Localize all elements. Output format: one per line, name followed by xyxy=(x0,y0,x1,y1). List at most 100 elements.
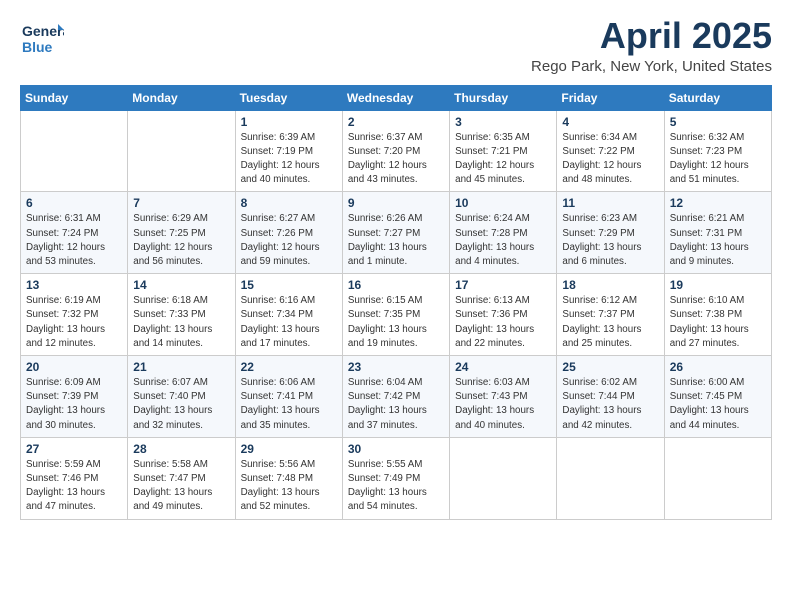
day-detail: Sunrise: 6:12 AM Sunset: 7:37 PM Dayligh… xyxy=(562,294,658,351)
svg-text:Blue: Blue xyxy=(22,39,53,55)
calendar-week-row: 20 Sunrise: 6:09 AM Sunset: 7:39 PM Dayli… xyxy=(21,356,772,438)
calendar-cell xyxy=(557,437,664,519)
day-number: 23 xyxy=(348,360,444,374)
calendar-cell: 7 Sunrise: 6:29 AM Sunset: 7:25 PM Daylig… xyxy=(128,192,235,274)
title-block: April 2025 Rego Park, New York, United S… xyxy=(531,16,772,75)
calendar-header-row: SundayMondayTuesdayWednesdayThursdayFrid… xyxy=(21,85,772,110)
weekday-header: Tuesday xyxy=(235,85,342,110)
day-detail: Sunrise: 6:27 AM Sunset: 7:26 PM Dayligh… xyxy=(241,212,337,269)
day-detail: Sunrise: 6:26 AM Sunset: 7:27 PM Dayligh… xyxy=(348,212,444,269)
calendar-cell xyxy=(664,437,771,519)
day-detail: Sunrise: 6:24 AM Sunset: 7:28 PM Dayligh… xyxy=(455,212,551,269)
day-number: 2 xyxy=(348,115,444,129)
day-detail: Sunrise: 6:16 AM Sunset: 7:34 PM Dayligh… xyxy=(241,294,337,351)
calendar-cell: 21 Sunrise: 6:07 AM Sunset: 7:40 PM Dayli… xyxy=(128,356,235,438)
calendar-table: SundayMondayTuesdayWednesdayThursdayFrid… xyxy=(20,85,772,520)
day-detail: Sunrise: 6:19 AM Sunset: 7:32 PM Dayligh… xyxy=(26,294,122,351)
calendar-cell: 1 Sunrise: 6:39 AM Sunset: 7:19 PM Daylig… xyxy=(235,110,342,192)
day-number: 13 xyxy=(26,278,122,292)
day-detail: Sunrise: 6:18 AM Sunset: 7:33 PM Dayligh… xyxy=(133,294,229,351)
day-detail: Sunrise: 6:02 AM Sunset: 7:44 PM Dayligh… xyxy=(562,376,658,433)
calendar-cell: 25 Sunrise: 6:02 AM Sunset: 7:44 PM Dayli… xyxy=(557,356,664,438)
calendar-cell: 13 Sunrise: 6:19 AM Sunset: 7:32 PM Dayli… xyxy=(21,274,128,356)
calendar-cell: 24 Sunrise: 6:03 AM Sunset: 7:43 PM Dayli… xyxy=(450,356,557,438)
calendar-week-row: 6Sunrise: 6:31 AM Sunset: 7:24 PM Daylig… xyxy=(21,192,772,274)
calendar-week-row: 27 Sunrise: 5:59 AM Sunset: 7:46 PM Dayli… xyxy=(21,437,772,519)
day-detail: Sunrise: 6:09 AM Sunset: 7:39 PM Dayligh… xyxy=(26,376,122,433)
calendar-week-row: 1 Sunrise: 6:39 AM Sunset: 7:19 PM Daylig… xyxy=(21,110,772,192)
weekday-header: Friday xyxy=(557,85,664,110)
calendar-cell xyxy=(128,110,235,192)
calendar-cell: 22Sunrise: 6:06 AM Sunset: 7:41 PM Dayli… xyxy=(235,356,342,438)
calendar-cell: 16 Sunrise: 6:15 AM Sunset: 7:35 PM Dayli… xyxy=(342,274,449,356)
page-title: April 2025 xyxy=(531,16,772,56)
day-detail: Sunrise: 6:15 AM Sunset: 7:35 PM Dayligh… xyxy=(348,294,444,351)
calendar-cell: 15Sunrise: 6:16 AM Sunset: 7:34 PM Dayli… xyxy=(235,274,342,356)
day-detail: Sunrise: 5:59 AM Sunset: 7:46 PM Dayligh… xyxy=(26,458,122,515)
day-number: 14 xyxy=(133,278,229,292)
day-detail: Sunrise: 6:32 AM Sunset: 7:23 PM Dayligh… xyxy=(670,131,766,188)
calendar-cell: 2 Sunrise: 6:37 AM Sunset: 7:20 PM Daylig… xyxy=(342,110,449,192)
calendar-cell: 17 Sunrise: 6:13 AM Sunset: 7:36 PM Dayli… xyxy=(450,274,557,356)
day-detail: Sunrise: 6:07 AM Sunset: 7:40 PM Dayligh… xyxy=(133,376,229,433)
day-detail: Sunrise: 6:34 AM Sunset: 7:22 PM Dayligh… xyxy=(562,131,658,188)
calendar-cell: 18 Sunrise: 6:12 AM Sunset: 7:37 PM Dayli… xyxy=(557,274,664,356)
day-number: 11 xyxy=(562,196,658,210)
calendar-cell: 28 Sunrise: 5:58 AM Sunset: 7:47 PM Dayli… xyxy=(128,437,235,519)
day-detail: Sunrise: 6:13 AM Sunset: 7:36 PM Dayligh… xyxy=(455,294,551,351)
day-number: 20 xyxy=(26,360,122,374)
day-detail: Sunrise: 6:21 AM Sunset: 7:31 PM Dayligh… xyxy=(670,212,766,269)
day-detail: Sunrise: 6:03 AM Sunset: 7:43 PM Dayligh… xyxy=(455,376,551,433)
weekday-header: Sunday xyxy=(21,85,128,110)
day-number: 12 xyxy=(670,196,766,210)
calendar-cell: 14 Sunrise: 6:18 AM Sunset: 7:33 PM Dayli… xyxy=(128,274,235,356)
day-number: 18 xyxy=(562,278,658,292)
page: General Blue April 2025 Rego Park, New Y… xyxy=(0,0,792,612)
day-detail: Sunrise: 6:10 AM Sunset: 7:38 PM Dayligh… xyxy=(670,294,766,351)
day-number: 9 xyxy=(348,196,444,210)
calendar-cell: 30 Sunrise: 5:55 AM Sunset: 7:49 PM Dayli… xyxy=(342,437,449,519)
day-number: 7 xyxy=(133,196,229,210)
day-detail: Sunrise: 6:37 AM Sunset: 7:20 PM Dayligh… xyxy=(348,131,444,188)
day-detail: Sunrise: 5:58 AM Sunset: 7:47 PM Dayligh… xyxy=(133,458,229,515)
weekday-header: Saturday xyxy=(664,85,771,110)
day-detail: Sunrise: 6:23 AM Sunset: 7:29 PM Dayligh… xyxy=(562,212,658,269)
weekday-header: Thursday xyxy=(450,85,557,110)
calendar-cell xyxy=(450,437,557,519)
day-detail: Sunrise: 6:35 AM Sunset: 7:21 PM Dayligh… xyxy=(455,131,551,188)
day-detail: Sunrise: 6:04 AM Sunset: 7:42 PM Dayligh… xyxy=(348,376,444,433)
day-number: 25 xyxy=(562,360,658,374)
day-number: 4 xyxy=(562,115,658,129)
calendar-cell: 6Sunrise: 6:31 AM Sunset: 7:24 PM Daylig… xyxy=(21,192,128,274)
calendar-week-row: 13 Sunrise: 6:19 AM Sunset: 7:32 PM Dayli… xyxy=(21,274,772,356)
day-number: 1 xyxy=(241,115,337,129)
day-number: 27 xyxy=(26,442,122,456)
day-detail: Sunrise: 6:29 AM Sunset: 7:25 PM Dayligh… xyxy=(133,212,229,269)
calendar-cell: 19Sunrise: 6:10 AM Sunset: 7:38 PM Dayli… xyxy=(664,274,771,356)
day-number: 5 xyxy=(670,115,766,129)
day-number: 28 xyxy=(133,442,229,456)
day-number: 30 xyxy=(348,442,444,456)
calendar-cell xyxy=(21,110,128,192)
calendar-cell: 5 Sunrise: 6:32 AM Sunset: 7:23 PM Daylig… xyxy=(664,110,771,192)
day-number: 8 xyxy=(241,196,337,210)
calendar-cell: 3Sunrise: 6:35 AM Sunset: 7:21 PM Daylig… xyxy=(450,110,557,192)
day-detail: Sunrise: 6:39 AM Sunset: 7:19 PM Dayligh… xyxy=(241,131,337,188)
day-number: 16 xyxy=(348,278,444,292)
weekday-header: Monday xyxy=(128,85,235,110)
day-detail: Sunrise: 6:00 AM Sunset: 7:45 PM Dayligh… xyxy=(670,376,766,433)
day-detail: Sunrise: 6:06 AM Sunset: 7:41 PM Dayligh… xyxy=(241,376,337,433)
weekday-header: Wednesday xyxy=(342,85,449,110)
logo: General Blue xyxy=(20,16,64,60)
day-number: 17 xyxy=(455,278,551,292)
day-number: 6 xyxy=(26,196,122,210)
day-number: 21 xyxy=(133,360,229,374)
page-subtitle: Rego Park, New York, United States xyxy=(531,58,772,75)
logo-icon: General Blue xyxy=(20,16,64,60)
day-number: 10 xyxy=(455,196,551,210)
calendar-cell: 8 Sunrise: 6:27 AM Sunset: 7:26 PM Daylig… xyxy=(235,192,342,274)
calendar-cell: 4 Sunrise: 6:34 AM Sunset: 7:22 PM Daylig… xyxy=(557,110,664,192)
day-detail: Sunrise: 5:55 AM Sunset: 7:49 PM Dayligh… xyxy=(348,458,444,515)
day-number: 24 xyxy=(455,360,551,374)
header: General Blue April 2025 Rego Park, New Y… xyxy=(20,16,772,75)
